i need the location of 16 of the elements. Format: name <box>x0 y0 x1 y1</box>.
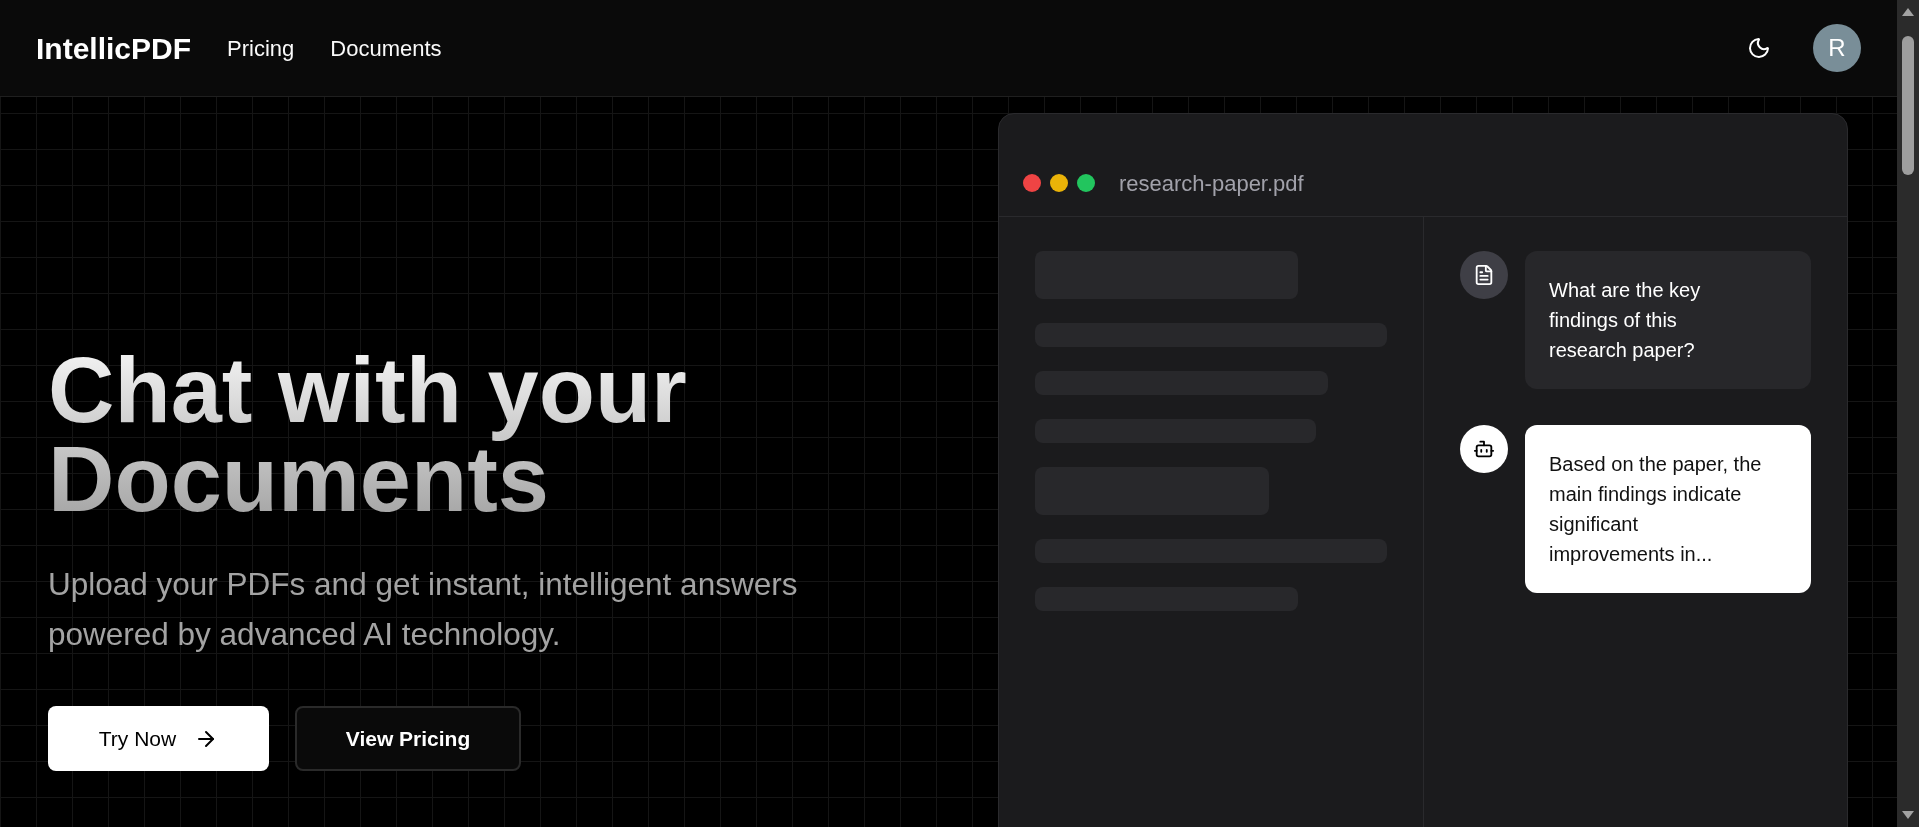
scroll-down-icon[interactable] <box>1902 811 1914 819</box>
question-message: What are the key findings of this research paper? <box>1525 251 1811 389</box>
robot-icon <box>1460 425 1508 473</box>
moon-icon <box>1747 36 1771 60</box>
scrollbar-thumb[interactable] <box>1902 36 1914 175</box>
brand-logo[interactable]: IntellicPDF <box>36 25 192 71</box>
file-name: research-paper.pdf <box>1119 169 1304 198</box>
hero-subtitle: Upload your PDFs and get instant, intelligent answers powered by advanced AI technology. <box>48 565 799 654</box>
try-now-button[interactable]: Try Now <box>48 706 269 771</box>
scroll-up-icon[interactable] <box>1902 8 1914 16</box>
document-icon <box>1460 251 1508 299</box>
scrollbar[interactable] <box>1897 0 1919 827</box>
answer-message: Based on the paper, the main findings indicate significant improvements in... <box>1525 425 1811 593</box>
nav-link[interactable]: Pricing <box>227 31 295 65</box>
nav-link[interactable]: Documents <box>330 31 442 65</box>
view-pricing-button[interactable]: View Pricing <box>295 706 521 771</box>
